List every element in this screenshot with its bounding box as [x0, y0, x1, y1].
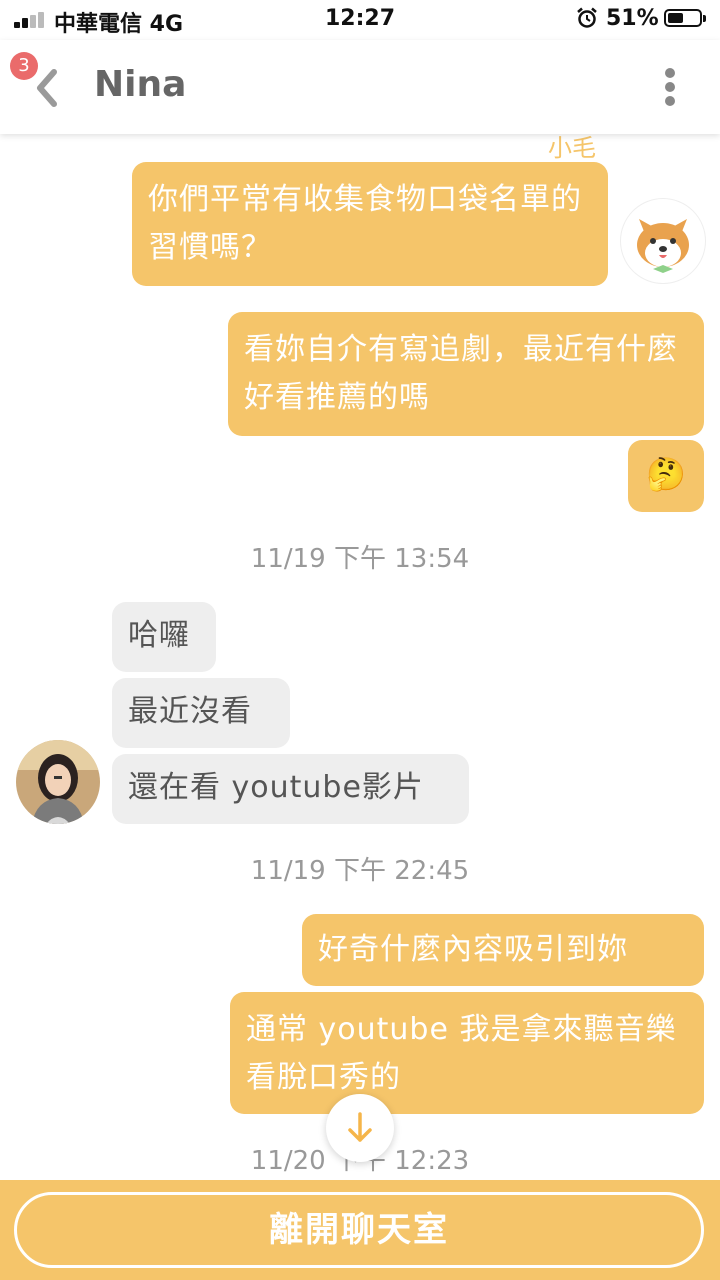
battery-percent: 51% [606, 6, 659, 31]
unread-badge: 3 [10, 52, 38, 80]
timestamp: 11/19 下午 22:45 [250, 856, 470, 886]
avatar-shiba[interactable] [620, 198, 706, 284]
message-list[interactable]: 小毛 你們平常有收集食物口袋名單的習慣嗎？ 看妳自介有寫追劇，最近有什麼好看推薦… [0, 134, 720, 1180]
avatar-nina[interactable] [16, 740, 100, 824]
message-bubble-incoming[interactable]: 最近沒看 [112, 678, 290, 748]
message-bubble-outgoing[interactable]: 通常 youtube 我是拿來聽音樂看脫口秀的 [230, 992, 704, 1114]
timestamp: 11/19 下午 13:54 [250, 544, 470, 574]
more-options-icon[interactable] [660, 64, 680, 110]
message-bubble-outgoing[interactable]: 你們平常有收集食物口袋名單的習慣嗎？ [132, 162, 608, 286]
user-photo-icon [16, 740, 100, 824]
chat-header: 3 Nina [0, 40, 720, 134]
page-title: Nina [94, 64, 187, 105]
message-bubble-incoming[interactable]: 還在看 youtube影片 [112, 754, 469, 824]
message-bubble-outgoing[interactable]: 好奇什麼內容吸引到妳 [302, 914, 704, 986]
emoji-message-bubble[interactable]: 🤔 [628, 440, 704, 512]
status-bar: 中華電信 4G 12:27 51% [0, 0, 720, 40]
battery-icon [664, 9, 706, 27]
scroll-to-bottom-button[interactable] [326, 1094, 394, 1162]
arrow-down-icon [348, 1112, 372, 1142]
alarm-icon [577, 7, 597, 28]
message-bubble-incoming[interactable]: 哈囉 [112, 602, 216, 672]
footer-bar: 離開聊天室 [0, 1180, 720, 1280]
shiba-dog-icon [637, 219, 689, 273]
leave-chat-button[interactable]: 離開聊天室 [14, 1192, 704, 1268]
message-bubble-outgoing[interactable]: 看妳自介有寫追劇，最近有什麼好看推薦的嗎 [228, 312, 704, 436]
sender-name: 小毛 [548, 134, 596, 162]
